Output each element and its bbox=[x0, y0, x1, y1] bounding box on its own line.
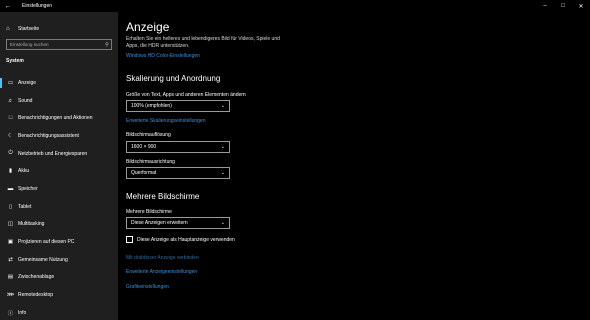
sidebar-item-battery[interactable]: ▮ Akku bbox=[0, 162, 118, 180]
tablet-icon: ▯ bbox=[8, 203, 13, 210]
sidebar-item-remote-desktop[interactable]: ⋙ Remotedesktop bbox=[0, 286, 118, 304]
sidebar-item-label: Benachrichtigungsassistent bbox=[18, 132, 79, 139]
sidebar-item-label: Projizieren auf diesen PC bbox=[18, 239, 75, 246]
search-input[interactable] bbox=[7, 40, 103, 49]
title-bar: ← Einstellungen – □ ✕ bbox=[0, 0, 590, 12]
text-size-value: 100% (empfohlen) bbox=[131, 103, 172, 109]
main-display-checkbox[interactable] bbox=[126, 236, 133, 243]
chevron-down-icon: ⌄ bbox=[220, 170, 225, 176]
sidebar-item-label: Zwischenablage bbox=[18, 274, 55, 281]
chevron-down-icon: ⌄ bbox=[220, 144, 225, 150]
display-icon: ▭ bbox=[7, 79, 14, 86]
sidebar-item-info[interactable]: ⓘ Info bbox=[0, 304, 118, 320]
sidebar-item-label: Tablet bbox=[18, 203, 32, 210]
home-label: Startseite bbox=[18, 26, 40, 32]
sidebar-item-label: Anzeige bbox=[18, 79, 37, 86]
sidebar-item-label: Speicher bbox=[18, 185, 38, 192]
search-icon[interactable]: ⚲ bbox=[103, 42, 111, 48]
sidebar-item-label: Info bbox=[18, 309, 27, 316]
multitasking-icon: ◫ bbox=[7, 221, 14, 228]
back-arrow-icon[interactable]: ← bbox=[0, 0, 16, 12]
resolution-label: Bildschirmauflösung bbox=[126, 132, 171, 138]
moon-icon: ☾ bbox=[8, 132, 13, 139]
sidebar-item-label: Remotedesktop bbox=[18, 292, 54, 299]
section-label: System bbox=[6, 58, 24, 64]
sidebar-item-storage[interactable]: ▬ Speicher bbox=[0, 180, 118, 198]
page-title: Anzeige bbox=[126, 20, 170, 34]
hdr-settings-link[interactable]: Windows HD Color-Einstellungen bbox=[126, 53, 200, 59]
main-content: Anzeige Erhalten Sie ein helleres und le… bbox=[126, 12, 586, 320]
multi-display-value: Diese Anzeigen erweitern bbox=[131, 220, 188, 226]
power-icon: ⏻ bbox=[8, 150, 13, 157]
sidebar-item-focus-assist[interactable]: ☾ Benachrichtigungsassistent bbox=[0, 127, 118, 145]
sidebar-item-shared[interactable]: ⇄ Gemeinsame Nutzung bbox=[0, 251, 118, 269]
sidebar-item-label: Sound bbox=[18, 97, 33, 104]
close-button[interactable]: ✕ bbox=[572, 0, 590, 12]
hdr-description: Erhalten Sie ein helleres und lebendiger… bbox=[126, 36, 280, 49]
text-size-label: Größe von Text, Apps und anderen Element… bbox=[126, 92, 246, 98]
sidebar-item-clipboard[interactable]: ▤ Zwischenablage bbox=[0, 269, 118, 287]
speaker-icon: ♬ bbox=[7, 97, 14, 104]
sidebar-item-label: Akku bbox=[18, 168, 30, 175]
notification-icon: □ bbox=[8, 115, 13, 122]
info-icon: ⓘ bbox=[7, 310, 14, 317]
advanced-display-link[interactable]: Erweiterte Anzeigeeinstellungen bbox=[126, 269, 197, 275]
home-icon: ⌂ bbox=[6, 26, 10, 32]
resolution-value: 1600 × 900 bbox=[131, 144, 157, 150]
projector-icon: ▣ bbox=[7, 239, 14, 246]
sidebar-item-label: Multitasking bbox=[18, 221, 45, 228]
main-display-checkbox-label: Diese Anzeige als Hauptanzeige verwenden bbox=[137, 236, 235, 243]
advanced-scaling-link[interactable]: Erweiterte Skalierungseinstellungen bbox=[126, 118, 206, 124]
graphics-settings-link[interactable]: Grafikeinstellungen bbox=[126, 284, 169, 290]
wireless-display-link[interactable]: Mit drahtloser Anzeige verbinden bbox=[126, 255, 199, 261]
remote-desktop-icon: ⋙ bbox=[6, 292, 15, 299]
sidebar-item-label: Netzbetrieb und Energiesparen bbox=[18, 150, 88, 157]
orientation-label: Bildschirmausrichtung bbox=[126, 159, 175, 165]
maximize-button[interactable]: □ bbox=[554, 0, 572, 12]
orientation-value: Querformat bbox=[131, 170, 157, 176]
window-controls: – □ ✕ bbox=[536, 0, 590, 12]
share-icon: ⇄ bbox=[8, 256, 13, 263]
sidebar: ⌂ Startseite ⚲ System ▭ Anzeige ♬ Sound … bbox=[0, 12, 118, 320]
app-title: Einstellungen bbox=[22, 3, 53, 9]
storage-icon: ▬ bbox=[7, 185, 14, 192]
sidebar-item-notifications[interactable]: □ Benachrichtigungen und Aktionen bbox=[0, 109, 118, 127]
chevron-down-icon: ⌄ bbox=[220, 103, 225, 109]
chevron-down-icon: ⌄ bbox=[220, 220, 225, 226]
sidebar-home[interactable]: ⌂ Startseite bbox=[6, 24, 39, 34]
text-size-dropdown[interactable]: 100% (empfohlen) ⌄ bbox=[126, 100, 230, 112]
orientation-dropdown[interactable]: Querformat ⌄ bbox=[126, 167, 230, 179]
clipboard-icon: ▤ bbox=[7, 274, 14, 281]
title-area: ← Einstellungen bbox=[0, 0, 53, 12]
sidebar-item-label: Benachrichtigungen und Aktionen bbox=[18, 115, 93, 122]
multi-display-dropdown[interactable]: Diese Anzeigen erweitern ⌄ bbox=[126, 217, 230, 229]
multi-display-label: Mehrere Bildschirme bbox=[126, 209, 172, 215]
sidebar-item-projecting[interactable]: ▣ Projizieren auf diesen PC bbox=[0, 233, 118, 251]
sidebar-item-power[interactable]: ⏻ Netzbetrieb und Energiesparen bbox=[0, 145, 118, 163]
sidebar-item-tablet[interactable]: ▯ Tablet bbox=[0, 198, 118, 216]
scaling-heading: Skalierung und Anordnung bbox=[126, 74, 221, 83]
search-box[interactable]: ⚲ bbox=[6, 39, 112, 50]
sidebar-nav: ▭ Anzeige ♬ Sound □ Benachrichtigungen u… bbox=[0, 74, 118, 320]
sidebar-item-sound[interactable]: ♬ Sound bbox=[0, 92, 118, 110]
main-display-option[interactable]: Diese Anzeige als Hauptanzeige verwenden bbox=[126, 236, 235, 243]
settings-window: ← Einstellungen – □ ✕ ⌂ Startseite ⚲ Sys… bbox=[0, 0, 590, 320]
resolution-dropdown[interactable]: 1600 × 900 ⌄ bbox=[126, 141, 230, 153]
battery-icon: ▮ bbox=[8, 168, 13, 175]
sidebar-item-anzeige[interactable]: ▭ Anzeige bbox=[0, 74, 118, 92]
minimize-button[interactable]: – bbox=[536, 0, 554, 12]
sidebar-item-multitasking[interactable]: ◫ Multitasking bbox=[0, 216, 118, 234]
multi-display-heading: Mehrere Bildschirme bbox=[126, 192, 200, 201]
sidebar-item-label: Gemeinsame Nutzung bbox=[18, 256, 68, 263]
